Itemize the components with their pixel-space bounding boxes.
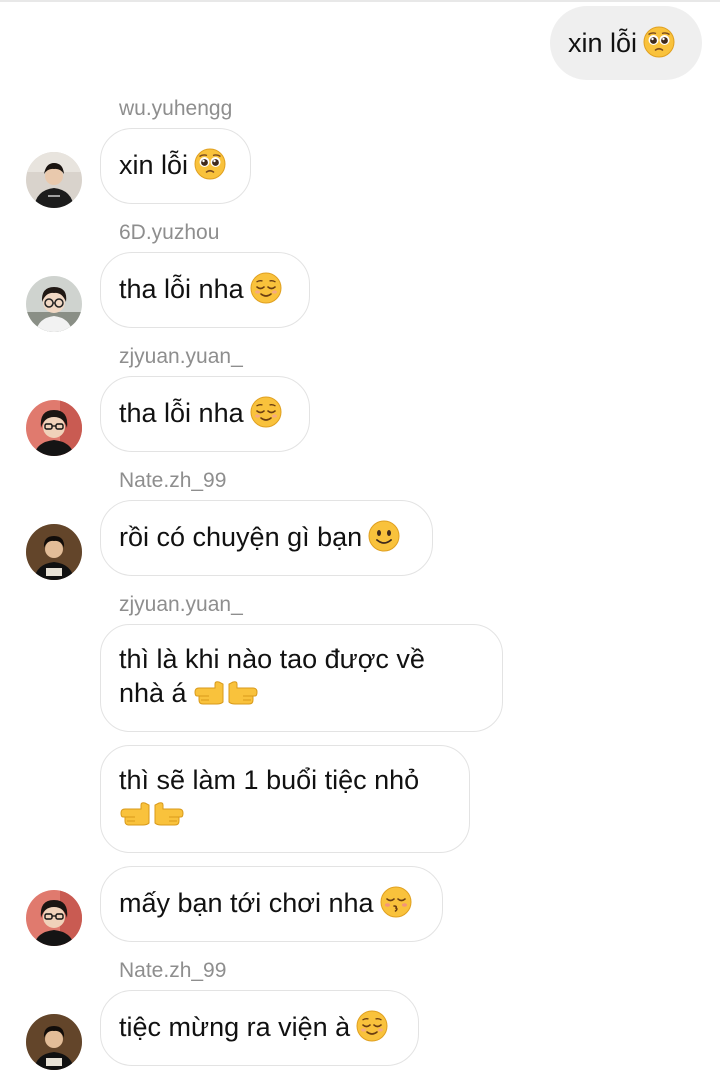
message-text: xin lỗi	[119, 150, 189, 180]
avatar-6d-yuzhou[interactable]	[26, 276, 82, 332]
pleading-face-emoji	[643, 26, 675, 58]
avatar-nate-zh-99[interactable]	[26, 524, 82, 580]
outgoing-message[interactable]: xin lỗi	[550, 6, 702, 80]
message-text-line: nhà á	[119, 678, 187, 708]
sender-name: Nate.zh_99	[119, 959, 227, 982]
sender-name: Nate.zh_99	[119, 469, 227, 492]
message-text-line: thì là khi nào tao được về	[119, 644, 425, 674]
kissing-face-emoji	[380, 886, 412, 918]
incoming-message[interactable]: xin lỗi	[100, 128, 251, 204]
incoming-message[interactable]: thì sẽ làm 1 buổi tiệc nhỏ	[100, 745, 470, 853]
top-divider	[0, 0, 720, 2]
relieved-face-emoji	[356, 1010, 388, 1042]
message-text: tiệc mừng ra viện à	[119, 1012, 351, 1042]
chat-thread: xin lỗi wu.yuhengg xin lỗi 6D.yuzhou tha…	[0, 0, 720, 1076]
incoming-message[interactable]: mấy bạn tới chơi nha	[100, 866, 443, 942]
relieved-face-emoji	[250, 396, 282, 428]
message-text: mấy bạn tới chơi nha	[119, 888, 374, 918]
sender-name: wu.yuhengg	[119, 97, 233, 120]
avatar-zjyuan-yuan[interactable]	[26, 890, 82, 946]
sender-name: zjyuan.yuan_	[119, 593, 243, 616]
incoming-message[interactable]: tha lỗi nha	[100, 376, 310, 452]
avatar-zjyuan-yuan[interactable]	[26, 400, 82, 456]
incoming-message[interactable]: tha lỗi nha	[100, 252, 310, 328]
message-text-line: thì sẽ làm 1 buổi tiệc nhỏ	[119, 765, 420, 795]
message-text: xin lỗi	[568, 28, 638, 58]
message-text: rồi có chuyện gì bạn	[119, 522, 363, 552]
sender-name: 6D.yuzhou	[119, 221, 220, 244]
incoming-message[interactable]: tiệc mừng ra viện à	[100, 990, 419, 1066]
relieved-face-emoji	[250, 272, 282, 304]
pointing-hands-emoji	[193, 676, 259, 710]
avatar-nate-zh-99[interactable]	[26, 1014, 82, 1070]
avatar-wu-yuhengg[interactable]	[26, 152, 82, 208]
pointing-hands-emoji	[119, 797, 185, 831]
message-text: tha lỗi nha	[119, 398, 244, 428]
incoming-message[interactable]: rồi có chuyện gì bạn	[100, 500, 433, 576]
pleading-face-emoji	[194, 148, 226, 180]
incoming-message[interactable]: thì là khi nào tao được về nhà á	[100, 624, 503, 732]
sender-name: zjyuan.yuan_	[119, 345, 243, 368]
slightly-smiling-face-emoji	[368, 520, 400, 552]
message-text: tha lỗi nha	[119, 274, 244, 304]
